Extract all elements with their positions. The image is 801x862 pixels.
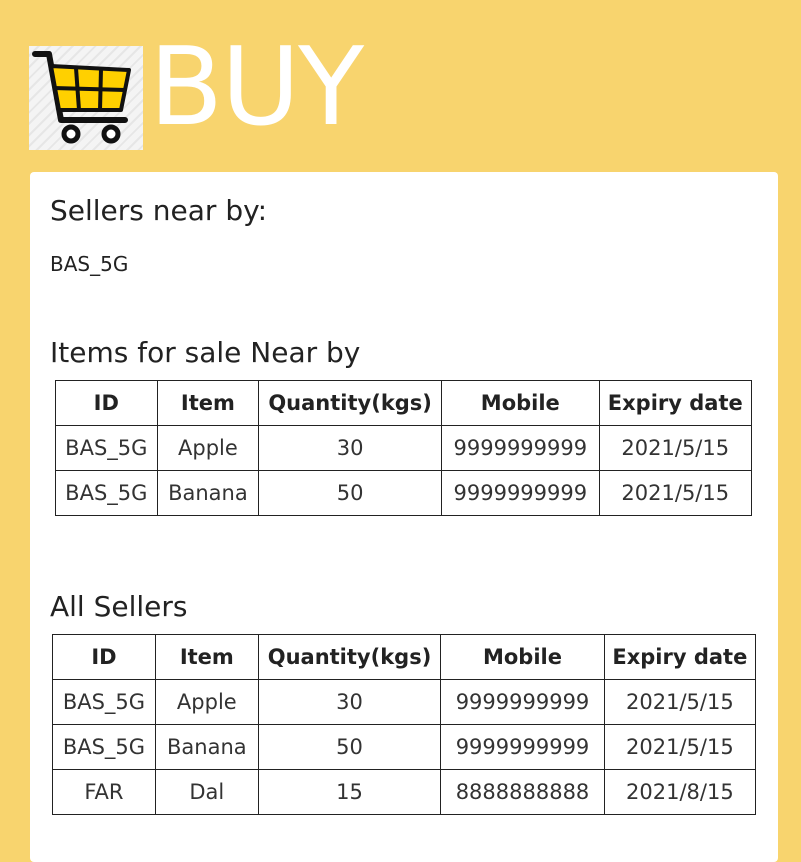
column-header: Item [156, 380, 260, 426]
cell-id: BAS_5G [52, 679, 156, 725]
table-header-row: ID Item Quantity(kgs) Mobile Expiry date [55, 380, 753, 426]
cell-quantity: 30 [258, 425, 443, 471]
column-header: Expiry date [598, 380, 753, 426]
table-row: BAS_5G Banana 50 9999999999 2021/5/15 [52, 724, 757, 770]
nearby-seller-id: BAS_5G [50, 252, 129, 276]
cell-expiry: 2021/5/15 [598, 425, 753, 471]
cell-item: Banana [154, 724, 259, 770]
near-items-table: ID Item Quantity(kgs) Mobile Expiry date… [55, 380, 753, 516]
cell-item: Apple [154, 679, 259, 725]
table-row: BAS_5G Banana 50 9999999999 2021/5/15 [55, 470, 753, 516]
table-row: BAS_5G Apple 30 9999999999 2021/5/15 [55, 425, 753, 471]
table-header-row: ID Item Quantity(kgs) Mobile Expiry date [52, 634, 757, 680]
column-header: Mobile [441, 380, 600, 426]
sellers-near-heading: Sellers near by: [50, 194, 268, 227]
cell-item: Dal [154, 769, 259, 815]
cell-id: BAS_5G [52, 724, 156, 770]
content-card: Sellers near by: BAS_5G Items for sale N… [30, 172, 778, 862]
cell-expiry: 2021/5/15 [598, 470, 753, 516]
cell-mobile: 8888888888 [440, 769, 605, 815]
column-header: ID [52, 634, 156, 680]
cell-id: BAS_5G [55, 425, 158, 471]
cell-id: FAR [52, 769, 156, 815]
cell-id: BAS_5G [55, 470, 158, 516]
column-header: Quantity(kgs) [257, 634, 442, 680]
page-title: BUY [149, 25, 364, 150]
column-header: Quantity(kgs) [258, 380, 443, 426]
cell-mobile: 9999999999 [441, 470, 600, 516]
cell-expiry: 2021/8/15 [603, 769, 757, 815]
table-row: FAR Dal 15 8888888888 2021/8/15 [52, 769, 757, 815]
cell-mobile: 9999999999 [441, 425, 600, 471]
column-header: Expiry date [603, 634, 757, 680]
cell-item: Apple [156, 425, 260, 471]
shopping-cart-icon [29, 46, 143, 150]
cell-mobile: 9999999999 [440, 724, 605, 770]
cell-quantity: 50 [258, 470, 443, 516]
cell-mobile: 9999999999 [440, 679, 605, 725]
column-header: ID [55, 380, 158, 426]
cell-quantity: 30 [257, 679, 442, 725]
near-items-heading: Items for sale Near by [50, 336, 361, 369]
all-sellers-table: ID Item Quantity(kgs) Mobile Expiry date… [52, 634, 757, 815]
cell-item: Banana [156, 470, 260, 516]
table-row: BAS_5G Apple 30 9999999999 2021/5/15 [52, 679, 757, 725]
column-header: Mobile [440, 634, 605, 680]
column-header: Item [154, 634, 259, 680]
cell-expiry: 2021/5/15 [603, 679, 757, 725]
cell-quantity: 50 [257, 724, 442, 770]
all-sellers-heading: All Sellers [50, 590, 188, 623]
cell-quantity: 15 [257, 769, 442, 815]
cell-expiry: 2021/5/15 [603, 724, 757, 770]
